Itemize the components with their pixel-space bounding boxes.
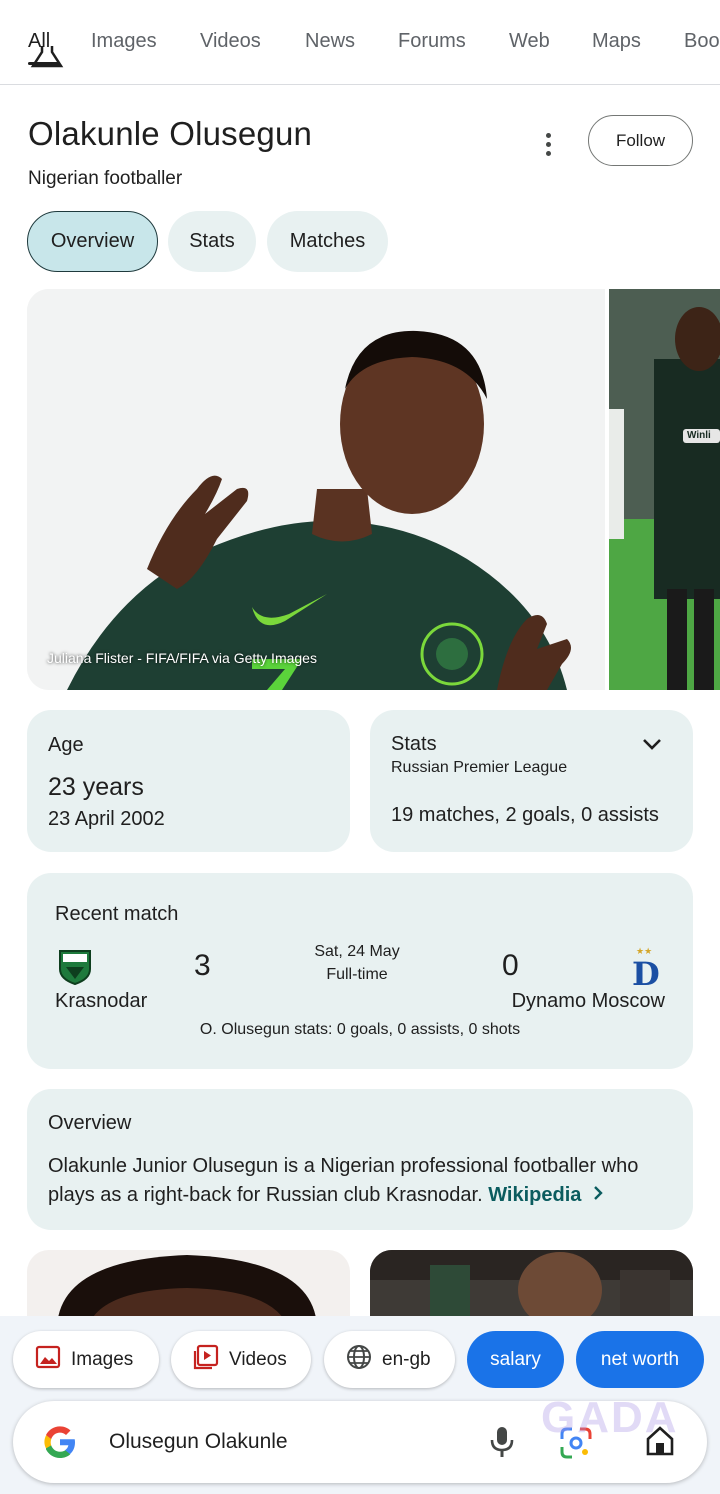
date-of-birth: 23 April 2002 (48, 808, 165, 830)
microphone-icon[interactable] (488, 1425, 516, 1464)
net-worth-chip[interactable]: net worth (576, 1331, 704, 1388)
videos-chip[interactable]: Videos (171, 1331, 311, 1388)
tab-web[interactable]: Web (509, 30, 550, 53)
videos-chip-label: Videos (229, 1348, 287, 1370)
stats-summary: 19 matches, 2 goals, 0 assists (391, 804, 659, 826)
home-icon[interactable] (645, 1425, 675, 1462)
dynamo-crest-icon: ★★ D (629, 945, 660, 993)
search-bar[interactable]: Olusegun Olakunle GADA (13, 1393, 707, 1483)
home-score: 3 (194, 949, 211, 982)
images-chip[interactable]: Images (13, 1331, 159, 1388)
globe-icon (346, 1344, 372, 1376)
search-query[interactable]: Olusegun Olakunle (109, 1430, 288, 1454)
tab-maps[interactable]: Maps (592, 30, 641, 53)
overview-label: Overview (48, 1112, 132, 1134)
more-options-button[interactable] (532, 128, 564, 160)
overview-text-block: Olakunle Junior Olusegun is a Nigerian p… (48, 1152, 668, 1210)
player-photo-secondary[interactable]: Winli (609, 289, 720, 690)
age-value: 23 years (48, 773, 144, 801)
images-chip-label: Images (71, 1348, 134, 1370)
wikipedia-link[interactable]: Wikipedia (488, 1184, 581, 1206)
page-subtitle: Nigerian footballer (28, 168, 183, 189)
chip-overview[interactable]: Overview (27, 211, 158, 272)
tab-news[interactable]: News (305, 30, 355, 53)
stats-label: Stats (391, 733, 437, 755)
away-team-name[interactable]: Dynamo Moscow (427, 990, 665, 1013)
recent-match-label: Recent match (55, 903, 179, 925)
stats-league: Russian Premier League (391, 759, 568, 776)
tab-forums[interactable]: Forums (398, 30, 466, 53)
secondary-photo-illustration (609, 289, 720, 690)
chip-matches[interactable]: Matches (267, 211, 388, 272)
match-status: Full-time (326, 966, 388, 983)
tab-videos[interactable]: Videos (200, 30, 261, 53)
language-chip-label: en-gb (382, 1348, 431, 1370)
language-chip[interactable]: en-gb (324, 1331, 455, 1388)
more-vert-icon (545, 132, 551, 138)
home-team-name[interactable]: Krasnodar (55, 990, 147, 1013)
svg-text:D: D (632, 955, 659, 987)
chevron-right-icon[interactable] (591, 1181, 605, 1210)
age-label: Age (48, 734, 84, 756)
video-icon (193, 1344, 219, 1376)
salary-chip[interactable]: salary (467, 1331, 564, 1388)
page-title: Olakunle Olusegun (28, 115, 313, 152)
recent-match-card[interactable]: Recent match Krasnodar 3 Sat, 24 May Ful… (27, 873, 693, 1069)
away-score: 0 (502, 949, 519, 982)
image-icon (35, 1344, 61, 1376)
sponsor-text: Winli (687, 430, 711, 441)
player-photo-illustration (27, 289, 605, 690)
age-card[interactable]: Age 23 years 23 April 2002 (27, 710, 350, 852)
image-credit: Juliana Flister - FIFA/FIFA via Getty Im… (47, 650, 317, 666)
labs-flask-icon (30, 44, 64, 73)
tab-books[interactable]: Boo (684, 30, 720, 53)
player-match-stats: O. Olusegun stats: 0 goals, 0 assists, 0… (199, 1021, 521, 1038)
match-date: Sat, 24 May (314, 943, 400, 960)
chevron-down-icon[interactable] (640, 732, 664, 761)
search-tabs: All Images Videos News Forums Web Maps B… (0, 0, 720, 85)
active-tab-indicator (28, 62, 52, 65)
tab-images[interactable]: Images (91, 30, 157, 53)
overview-card: Overview Olakunle Junior Olusegun is a N… (27, 1089, 693, 1230)
google-logo-icon (41, 1423, 79, 1466)
stats-card[interactable]: Stats Russian Premier League 19 matches,… (370, 710, 693, 852)
chip-stats[interactable]: Stats (168, 211, 256, 272)
follow-button[interactable]: Follow (588, 115, 693, 166)
player-photo[interactable]: Juliana Flister - FIFA/FIFA via Getty Im… (27, 289, 605, 690)
krasnodar-crest-icon (57, 947, 93, 990)
